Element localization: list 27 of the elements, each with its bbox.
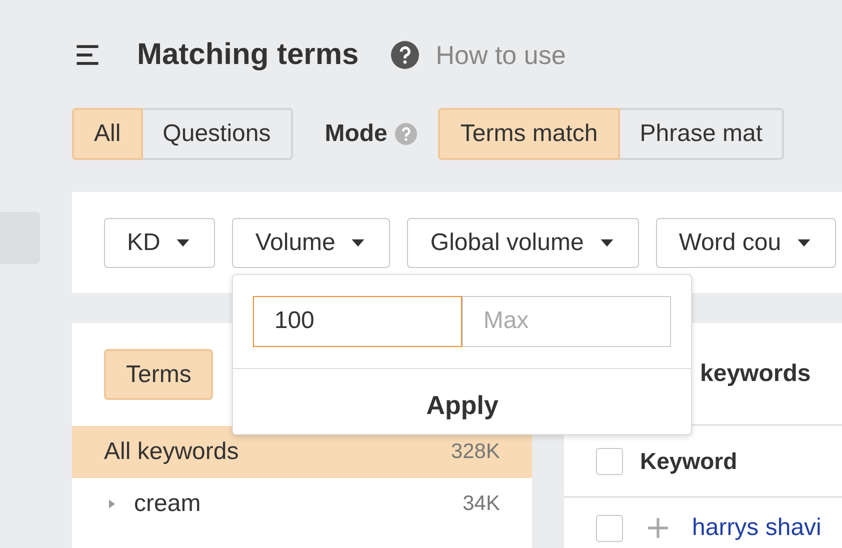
keyword-link[interactable]: harrys shavi bbox=[692, 514, 822, 542]
group-count: 328K bbox=[450, 440, 500, 464]
checkbox[interactable] bbox=[596, 514, 623, 542]
filter-dropdown[interactable]: KD bbox=[104, 218, 216, 268]
plus-icon bbox=[647, 517, 669, 539]
segment-button[interactable]: Questions bbox=[142, 108, 293, 160]
filter-dropdown[interactable]: Volume bbox=[232, 218, 390, 268]
segment-button[interactable]: Phrase mat bbox=[620, 108, 784, 160]
group-row[interactable]: cream 34K bbox=[72, 478, 532, 530]
min-input[interactable]: 100 bbox=[253, 296, 462, 346]
page-title: Matching terms bbox=[137, 38, 359, 72]
terms-tab[interactable]: Terms bbox=[104, 349, 214, 400]
help-icon bbox=[390, 41, 419, 69]
filter-dropdown[interactable]: Global volume bbox=[407, 218, 639, 268]
panel-title: keywords bbox=[700, 360, 811, 388]
group-count: 34K bbox=[462, 492, 500, 516]
max-input[interactable]: Max bbox=[462, 296, 672, 346]
segment-button[interactable]: Terms match bbox=[438, 108, 620, 160]
column-header: Keyword bbox=[640, 448, 738, 474]
filter-dropdown[interactable]: Word cou bbox=[656, 218, 836, 268]
checkbox[interactable] bbox=[596, 448, 623, 474]
group-label: All keywords bbox=[104, 438, 239, 466]
mode-label: Mode bbox=[324, 120, 388, 148]
group-label: cream bbox=[134, 490, 201, 518]
apply-button[interactable]: Apply bbox=[420, 388, 504, 422]
help-icon bbox=[395, 123, 418, 145]
segment-button[interactable]: All bbox=[72, 108, 143, 160]
